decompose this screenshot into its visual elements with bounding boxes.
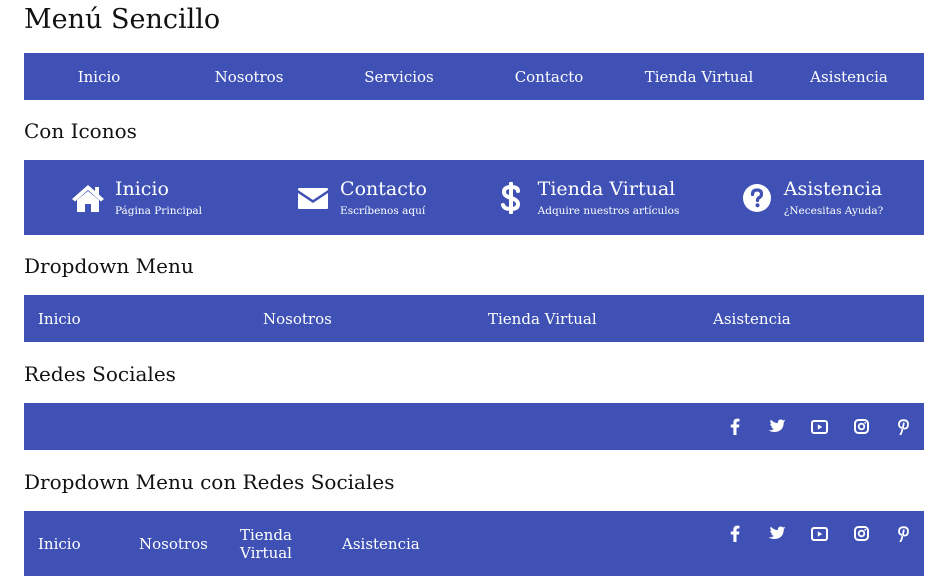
icons-menu-sublabel: Escríbenos aquí [340, 204, 426, 217]
icons-menu-contacto[interactable]: Contacto Escríbenos aquí [249, 160, 474, 235]
combo-menu-title: Dropdown Menu con Redes Sociales [24, 470, 395, 494]
page: Menú Sencillo Inicio Nosotros Servicios … [0, 0, 943, 582]
simple-menu-asistencia[interactable]: Asistencia [774, 53, 924, 100]
dropdown-menu-tienda-virtual[interactable]: Tienda Virtual [488, 295, 597, 342]
combo-menu-asistencia[interactable]: Asistencia [342, 511, 420, 576]
facebook-icon[interactable] [714, 511, 756, 556]
combo-menu: Inicio Nosotros Tienda Virtual Asistenci… [24, 511, 924, 576]
dropdown-menu: Inicio Nosotros Tienda Virtual Asistenci… [24, 295, 924, 342]
icons-menu-label: Tienda Virtual [537, 177, 676, 200]
icons-menu-label: Inicio [114, 177, 169, 200]
envelope-icon [296, 181, 330, 215]
icons-menu-tienda-virtual[interactable]: Tienda Virtual Adquire nuestros artículo… [474, 160, 699, 235]
combo-social-icons [714, 511, 924, 556]
dropdown-menu-inicio[interactable]: Inicio [38, 295, 81, 342]
icons-menu-sublabel: ¿Necesitas Ayuda? [783, 204, 884, 217]
simple-menu-contacto[interactable]: Contacto [474, 53, 624, 100]
simple-menu-title: Menú Sencillo [24, 4, 221, 35]
twitter-icon[interactable] [756, 403, 798, 450]
icons-menu: Inicio Página Principal Contacto Escríbe… [24, 160, 924, 235]
youtube-icon[interactable] [798, 403, 840, 450]
icons-menu-asistencia[interactable]: Asistencia ¿Necesitas Ayuda? [699, 160, 924, 235]
dollar-icon [494, 181, 528, 215]
social-icons [714, 403, 924, 450]
home-icon [71, 181, 105, 215]
simple-menu-nosotros[interactable]: Nosotros [174, 53, 324, 100]
simple-menu-servicios[interactable]: Servicios [324, 53, 474, 100]
dropdown-menu-title: Dropdown Menu [24, 254, 194, 278]
icons-menu-sublabel: Adquire nuestros artículos [537, 204, 680, 217]
youtube-icon[interactable] [798, 511, 840, 556]
facebook-icon[interactable] [714, 403, 756, 450]
icons-menu-label: Contacto [340, 177, 427, 200]
social-bar [24, 403, 924, 450]
simple-menu-inicio[interactable]: Inicio [24, 53, 174, 100]
question-circle-icon [740, 181, 774, 215]
simple-menu-tienda-virtual[interactable]: Tienda Virtual [624, 53, 774, 100]
icons-menu-label: Asistencia [783, 177, 883, 200]
pinterest-icon[interactable] [882, 511, 924, 556]
combo-menu-inicio[interactable]: Inicio [38, 511, 81, 576]
dropdown-menu-asistencia[interactable]: Asistencia [713, 295, 791, 342]
simple-menu: Inicio Nosotros Servicios Contacto Tiend… [24, 53, 924, 100]
dropdown-menu-nosotros[interactable]: Nosotros [263, 295, 332, 342]
combo-menu-nosotros[interactable]: Nosotros [139, 511, 208, 576]
social-menu-title: Redes Sociales [24, 362, 176, 386]
pinterest-icon[interactable] [882, 403, 924, 450]
combo-menu-tienda-virtual[interactable]: Tienda Virtual [240, 511, 306, 576]
instagram-icon[interactable] [840, 511, 882, 556]
icons-menu-sublabel: Página Principal [114, 204, 203, 217]
twitter-icon[interactable] [756, 511, 798, 556]
icons-menu-title: Con Iconos [24, 119, 137, 143]
instagram-icon[interactable] [840, 403, 882, 450]
icons-menu-inicio[interactable]: Inicio Página Principal [24, 160, 249, 235]
